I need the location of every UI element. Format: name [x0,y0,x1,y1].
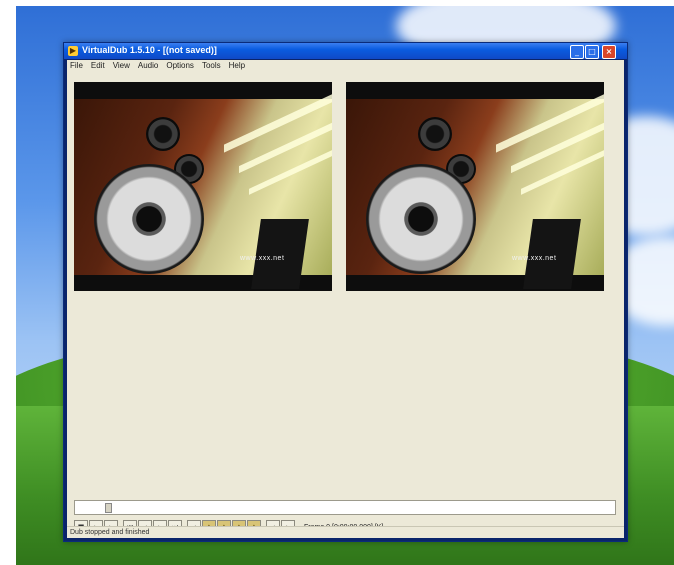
output-video-pane[interactable]: www.xxx.net [346,82,604,291]
speaker-tweeter [418,117,452,151]
speaker-cabinet [251,219,309,289]
video-watermark: www.xxx.net [240,255,285,262]
speaker-tweeter [146,117,180,151]
menu-help[interactable]: Help [229,60,245,72]
position-slider-thumb[interactable] [105,503,112,513]
app-window: ▶ VirtualDub 1.5.10 - [(not saved)] _ □ … [63,42,628,542]
status-bar: Dub stopped and finished [67,526,624,538]
speaker-woofer [366,164,476,274]
video-watermark: www.xxx.net [512,255,557,262]
menu-file[interactable]: File [70,60,83,72]
input-video-pane[interactable]: www.xxx.net [74,82,332,291]
speaker-cabinet [523,219,581,289]
menu-options[interactable]: Options [166,60,194,72]
close-button[interactable]: × [602,45,616,59]
window-title: VirtualDub 1.5.10 - [(not saved)] [82,45,217,55]
menu-audio[interactable]: Audio [138,60,158,72]
minimize-button[interactable]: _ [570,45,584,59]
position-slider[interactable] [74,500,616,515]
maximize-button[interactable]: □ [585,45,599,59]
menu-edit[interactable]: Edit [91,60,105,72]
menu-bar: File Edit View Audio Options Tools Help [67,60,624,72]
client-area: File Edit View Audio Options Tools Help … [67,60,624,538]
menu-tools[interactable]: Tools [202,60,221,72]
title-bar[interactable]: ▶ VirtualDub 1.5.10 - [(not saved)] _ □ … [64,43,627,59]
video-frame: www.xxx.net [346,93,604,289]
virtualdub-icon[interactable]: ▶ [68,46,78,56]
menu-view[interactable]: View [113,60,130,72]
video-frame: www.xxx.net [74,93,332,289]
speaker-woofer [94,164,204,274]
